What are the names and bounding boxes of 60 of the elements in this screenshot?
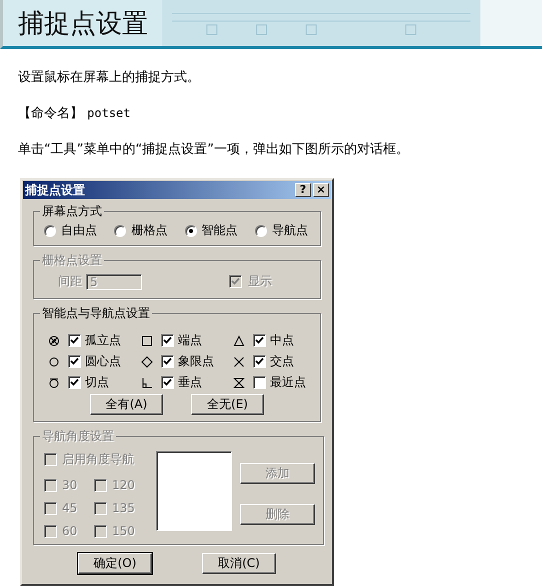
cross-icon — [233, 356, 245, 368]
dialog-title: 捕捉点设置 — [25, 182, 86, 198]
checkbox-label: 135 — [112, 501, 135, 515]
checkbox[interactable] — [161, 334, 174, 347]
checkbox[interactable] — [253, 376, 266, 389]
checkbox-label: 45 — [62, 501, 78, 515]
circle-icon — [48, 356, 60, 368]
radio-label: 智能点 — [202, 222, 238, 239]
checkbox-label: 60 — [62, 524, 78, 538]
command-name: potset — [87, 106, 130, 120]
checkbox-label: 圆心点 — [85, 353, 121, 370]
checkbox-label: 显示 — [248, 273, 272, 290]
checkbox-label: 120 — [112, 478, 135, 492]
radio-label: 自由点 — [61, 222, 97, 239]
checkbox-label: 象限点 — [178, 353, 214, 370]
select-button[interactable]: 全有(A) — [90, 394, 163, 415]
radio-button[interactable] — [184, 224, 197, 236]
perpendicular-icon — [141, 376, 153, 388]
group-label: 导航角度设置 — [41, 428, 115, 445]
crossed-circle-icon — [48, 334, 60, 346]
checkbox-label: 切点 — [85, 374, 109, 391]
dialog-button[interactable]: 取消(C) — [202, 553, 276, 574]
radio-button[interactable] — [44, 224, 56, 236]
radio-button[interactable] — [254, 224, 267, 236]
help-button[interactable]: ? — [295, 183, 311, 197]
diamond-icon — [141, 356, 153, 368]
checkbox-label: 30 — [62, 478, 78, 492]
group-label: 屏幕点方式 — [41, 203, 103, 220]
checkbox-label: 孤立点 — [85, 332, 121, 349]
checkbox[interactable] — [161, 376, 174, 389]
group-label: 栅格点设置 — [41, 252, 103, 269]
checkbox-label: 启用角度导航 — [62, 451, 134, 468]
hourglass-icon — [233, 376, 245, 388]
radio-label: 栅格点 — [131, 222, 168, 239]
radio-button[interactable] — [114, 224, 126, 236]
command-label: 【命令名】 — [18, 106, 83, 121]
dialog-button[interactable]: 确定(O) — [78, 553, 152, 574]
checkbox-label: 最近点 — [270, 374, 306, 391]
square-icon — [141, 334, 153, 346]
radio-label: 导航点 — [272, 222, 308, 239]
close-button[interactable]: × — [313, 183, 329, 197]
checkbox-label: 垂点 — [178, 374, 202, 391]
intro-text: 设置鼠标在屏幕上的捕捉方式。 — [18, 69, 201, 86]
field-label: 间距 — [58, 273, 82, 290]
checkbox[interactable] — [68, 376, 81, 389]
group-label: 智能点与导航点设置 — [41, 305, 151, 322]
checkbox-label: 中点 — [270, 332, 294, 349]
checkbox[interactable] — [253, 355, 266, 368]
select-button[interactable]: 全无(E) — [191, 394, 264, 415]
triangle-icon — [233, 334, 245, 346]
page-title: 捕捉点设置 — [17, 8, 148, 40]
checkbox[interactable] — [253, 334, 266, 347]
instruction-text: 单击“工具”菜单中的“捕捉点设置”一项，弹出如下图所示的对话框。 — [18, 141, 410, 158]
checkbox-label: 交点 — [270, 353, 294, 370]
checkbox-label: 150 — [112, 524, 135, 538]
checkbox[interactable] — [161, 355, 174, 368]
tangent-circle-icon — [48, 376, 60, 388]
checkbox-label: 端点 — [178, 332, 202, 349]
checkbox[interactable] — [68, 355, 81, 368]
checkbox[interactable] — [68, 334, 81, 347]
